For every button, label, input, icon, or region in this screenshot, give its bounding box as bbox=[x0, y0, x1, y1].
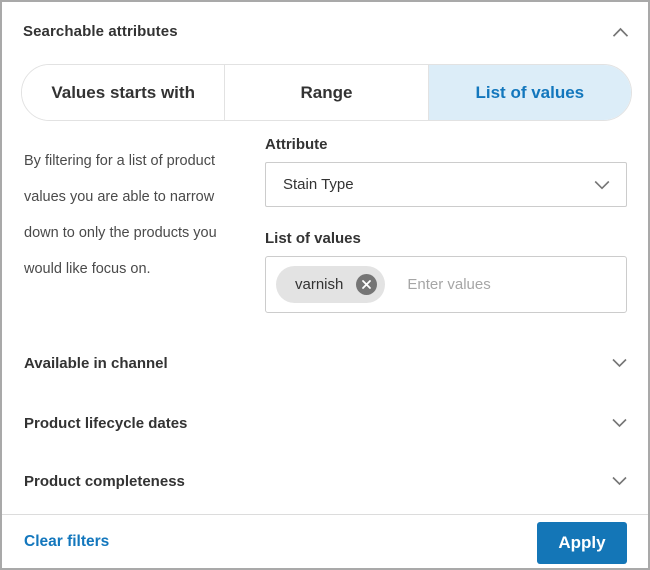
filter-panel: Searchable attributes Values starts with… bbox=[0, 0, 650, 570]
panel-title: Searchable attributes bbox=[23, 23, 178, 40]
attribute-select[interactable]: Stain Type bbox=[265, 162, 627, 207]
section-label: Product lifecycle dates bbox=[24, 415, 187, 432]
filter-description: By filtering for a list of product value… bbox=[24, 143, 266, 287]
filter-mode-tabs: Values starts with Range List of values bbox=[21, 64, 632, 121]
chevron-down-icon bbox=[594, 180, 610, 190]
chevron-up-icon bbox=[612, 27, 629, 38]
apply-button[interactable]: Apply bbox=[537, 522, 627, 564]
attribute-selected-value: Stain Type bbox=[283, 176, 594, 193]
description-line: By filtering for a list of product bbox=[24, 143, 266, 179]
tab-range[interactable]: Range bbox=[224, 65, 427, 120]
values-input-container[interactable]: varnish bbox=[265, 256, 627, 313]
section-available-in-channel[interactable]: Available in channel bbox=[24, 351, 627, 375]
footer-divider bbox=[2, 514, 648, 515]
section-product-completeness[interactable]: Product completeness bbox=[24, 469, 627, 493]
tab-list-of-values[interactable]: List of values bbox=[428, 65, 631, 120]
section-label: Available in channel bbox=[24, 355, 168, 372]
values-input[interactable] bbox=[407, 276, 616, 293]
chevron-down-icon bbox=[612, 418, 627, 428]
tab-values-starts-with[interactable]: Values starts with bbox=[22, 65, 224, 120]
description-line: would like focus on. bbox=[24, 251, 266, 287]
description-line: down to only the products you bbox=[24, 215, 266, 251]
list-of-values-label: List of values bbox=[265, 230, 627, 247]
collapse-panel-button[interactable] bbox=[611, 25, 629, 39]
chip-remove-button[interactable] bbox=[356, 274, 377, 295]
attribute-label: Attribute bbox=[265, 136, 627, 153]
value-chip-varnish: varnish bbox=[276, 266, 385, 303]
description-line: values you are able to narrow bbox=[24, 179, 266, 215]
chevron-down-icon bbox=[612, 476, 627, 486]
section-product-lifecycle-dates[interactable]: Product lifecycle dates bbox=[24, 411, 627, 435]
clear-filters-link[interactable]: Clear filters bbox=[24, 533, 109, 551]
chip-label: varnish bbox=[295, 276, 343, 293]
list-of-values-form: Attribute Stain Type List of values varn… bbox=[265, 136, 627, 313]
section-label: Product completeness bbox=[24, 473, 185, 490]
chevron-down-icon bbox=[612, 358, 627, 368]
